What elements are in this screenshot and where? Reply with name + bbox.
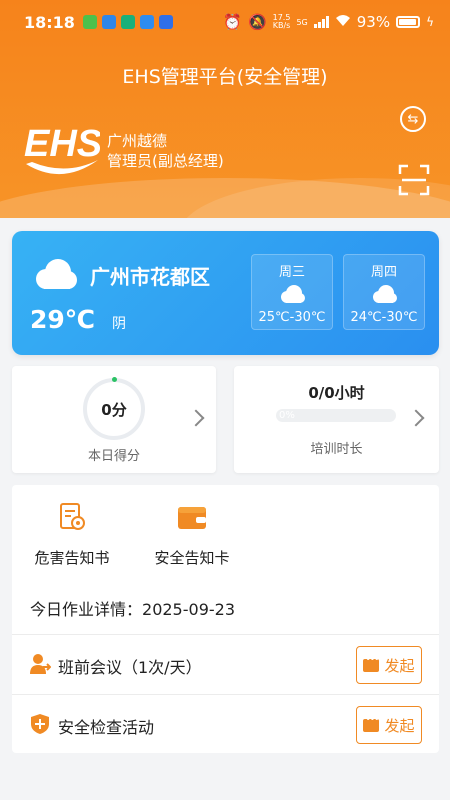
- task-row: 班前会议（1次/天） 发起: [12, 635, 439, 693]
- training-label: 培训时长: [310, 442, 363, 457]
- signal-icon: [313, 16, 329, 28]
- wechat-icon: [82, 15, 97, 29]
- logo-text: EHS: [24, 123, 100, 165]
- launch-button[interactable]: 发起: [356, 706, 422, 744]
- mute-icon: 🔕: [247, 13, 267, 31]
- forecast-range: 25℃-30℃: [258, 310, 326, 325]
- score-label: 本日得分: [87, 449, 140, 464]
- weather-city: 广州市花都区: [90, 265, 210, 289]
- safety-card-icon: [178, 507, 206, 529]
- scan-icon[interactable]: [398, 164, 430, 196]
- training-progress-text: 0%: [279, 410, 295, 421]
- forecast-range: 24℃-30℃: [350, 310, 418, 325]
- daily-score-card[interactable]: 0分 本日得分: [12, 366, 216, 473]
- org-name: 广州越德: [107, 132, 168, 150]
- forecast-day: 周四: [370, 265, 397, 280]
- cloud-icon: [373, 285, 397, 303]
- app-notification-icon: [139, 15, 154, 29]
- system-icons: ⏰ 🔕 17.5 KB/s 5G 93% ϟ: [223, 13, 434, 31]
- net-speed-unit: KB/s: [272, 21, 291, 30]
- training-progress-bar: 0%: [276, 409, 396, 422]
- chevron-right-icon: [407, 409, 425, 427]
- header: 18:18 ⏰ 🔕 17.5 KB/s 5G 93% ϟ EHS管理平台(安全管…: [0, 0, 450, 218]
- ai-app-icon: [158, 15, 173, 29]
- switch-arrows-icon[interactable]: ⇆: [400, 106, 426, 132]
- battery-percent: 93%: [356, 13, 391, 31]
- safety-card-label: 安全告知卡: [154, 549, 230, 567]
- launch-button-label: 发起: [384, 716, 415, 735]
- task-label: 班前会议（1次/天）: [58, 658, 202, 677]
- hazard-notice-label: 危害告知书: [34, 549, 110, 567]
- forecast-day: 周三: [278, 265, 305, 280]
- meeting-person-icon: [30, 654, 51, 674]
- weather-condition: 阴: [112, 316, 126, 332]
- forecast-item: 周三 25℃-30℃: [251, 254, 333, 330]
- notification-icons: [82, 15, 173, 29]
- charging-icon: ϟ: [426, 15, 434, 29]
- network-type: 5G: [296, 17, 308, 27]
- today-work-title: 今日作业详情：2025-09-23: [30, 596, 235, 620]
- today-work-date: 2025-09-23: [142, 600, 235, 619]
- message-icon: [363, 655, 380, 672]
- status-bar: 18:18 ⏰ 🔕 17.5 KB/s 5G 93% ϟ: [0, 0, 450, 44]
- cloud-icon: [281, 285, 305, 303]
- hazard-notice-icon: [60, 503, 85, 530]
- net-speed: 17.5 KB/s: [273, 14, 291, 30]
- chevron-right-icon: [187, 409, 205, 427]
- score-value: 0分: [101, 400, 127, 419]
- today-work-prefix: 今日作业详情：: [30, 600, 143, 619]
- score-ring: 0分: [83, 377, 145, 440]
- app-notification-icon: [101, 15, 116, 29]
- task-label: 安全检查活动: [58, 718, 155, 737]
- weather-temperature: 29℃: [30, 305, 96, 334]
- page-title: EHS管理平台(安全管理): [122, 66, 328, 88]
- shield-icon: [31, 714, 49, 734]
- training-hours: 0/0小时: [308, 384, 365, 402]
- weather-card[interactable]: 广州市花都区 29℃ 阴 周三 25℃-30℃ 周四 24℃-30℃: [12, 231, 439, 355]
- message-icon: [363, 715, 380, 732]
- score-indicator-dot: [112, 377, 117, 382]
- app-notification-icon: [120, 15, 135, 29]
- launch-button-label: 发起: [384, 656, 415, 675]
- alarm-icon: ⏰: [223, 13, 242, 31]
- task-row: 安全检查活动 发起: [12, 695, 439, 753]
- status-time: 18:18: [24, 12, 75, 32]
- hazard-notice-button[interactable]: 危害告知书: [22, 501, 122, 568]
- wifi-icon: [335, 13, 351, 31]
- cloud-icon: [36, 259, 77, 289]
- work-panel: 危害告知书 安全告知卡 今日作业详情：2025-09-23 班前会议（1次/天）…: [12, 485, 439, 753]
- battery-icon: [396, 16, 421, 28]
- launch-button[interactable]: 发起: [356, 646, 422, 684]
- safety-card-button[interactable]: 安全告知卡: [142, 501, 242, 568]
- ehs-logo: EHS: [24, 123, 100, 175]
- training-card[interactable]: 0/0小时 0% 培训时长: [234, 366, 439, 473]
- user-role: 管理员(副总经理): [107, 152, 224, 170]
- forecast-item: 周四 24℃-30℃: [343, 254, 425, 330]
